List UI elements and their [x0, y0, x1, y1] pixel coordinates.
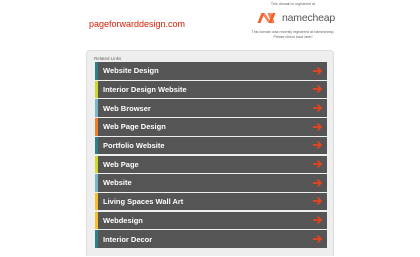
- arrow-right-icon: [313, 197, 323, 206]
- namecheap-logo-icon: [257, 13, 276, 23]
- link-label: Interior Design Website: [103, 84, 187, 94]
- related-links-list: Website Design Interior Design Website W…: [95, 62, 327, 249]
- arrow-right-icon: [313, 234, 323, 243]
- link-label: Webdesign: [103, 215, 143, 225]
- arrow-right-icon: [313, 85, 323, 94]
- link-row[interactable]: Website Design: [95, 62, 327, 80]
- namecheap-wordmark: namecheap: [282, 12, 336, 24]
- link-row[interactable]: Web Page Design: [95, 118, 327, 136]
- page-header: pageforwarddesign.com This domain is reg…: [0, 0, 420, 45]
- arrow-right-icon: [313, 141, 323, 150]
- brand-note: This domain was recently registered at N…: [244, 30, 342, 39]
- arrow-right-icon: [313, 215, 323, 225]
- link-label: Website: [103, 178, 132, 188]
- brand-note-line: Please check back later!: [273, 34, 313, 39]
- link-label: Web Browser: [103, 103, 151, 113]
- domain-name-link[interactable]: pageforwarddesign.com: [89, 19, 185, 29]
- arrow-right-icon: [313, 103, 323, 113]
- link-label: Web Page: [103, 159, 139, 169]
- link-label: Portfolio Website: [103, 141, 165, 151]
- link-row[interactable]: Webdesign: [95, 211, 327, 230]
- link-row[interactable]: Portfolio Website: [95, 136, 327, 155]
- arrow-right-icon: [313, 66, 323, 75]
- link-row[interactable]: Website: [95, 174, 327, 192]
- arrow-right-icon: [313, 122, 323, 131]
- link-row[interactable]: Web Page: [95, 155, 327, 173]
- link-label: Interior Decor: [103, 234, 153, 244]
- related-links-title: Related Links: [94, 56, 122, 61]
- link-row[interactable]: Web Browser: [95, 99, 327, 117]
- arrow-right-icon: [313, 159, 323, 169]
- link-label: Website Design: [103, 66, 159, 76]
- registered-at-note: This domain is registered at: [270, 2, 316, 6]
- arrow-right-icon: [313, 178, 323, 187]
- namecheap-logo[interactable]: namecheap: [256, 10, 336, 26]
- link-row[interactable]: Living Spaces Wall Art: [95, 192, 327, 211]
- link-row[interactable]: Interior Decor: [95, 230, 327, 248]
- link-label: Web Page Design: [103, 122, 166, 132]
- link-label: Living Spaces Wall Art: [103, 197, 184, 207]
- brand-note-line: This domain was recently registered at N…: [251, 30, 335, 34]
- link-row[interactable]: Interior Design Website: [95, 80, 327, 99]
